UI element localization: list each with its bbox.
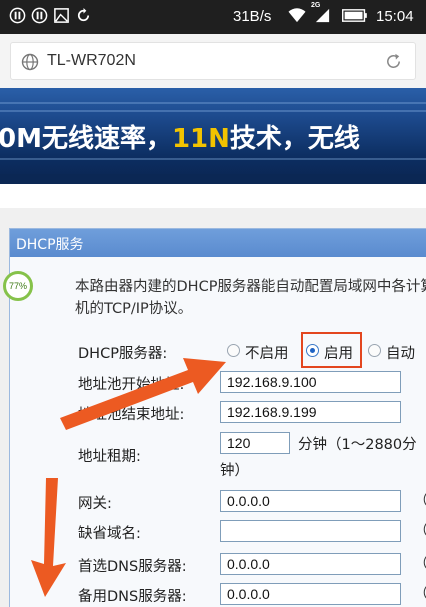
url-text: TL-WR702N	[47, 52, 136, 69]
intro-text: 本路由器内建的DHCP服务器能自动配置局域网中各计算机的TCP/IP协议。	[75, 279, 426, 317]
sync-icon	[77, 7, 90, 22]
dns2-hint: （	[414, 583, 426, 603]
dhcp-server-label: DHCP服务器:	[78, 346, 168, 362]
pool-end-input[interactable]: 192.168.9.199	[220, 401, 401, 423]
globe-icon	[21, 53, 39, 71]
pool-start-input[interactable]: 192.168.9.100	[220, 371, 401, 393]
status-bar: 31B/s 2G 15:04	[0, 0, 426, 34]
radio-disable-label: 不启用	[245, 346, 289, 362]
dns1-input[interactable]: 0.0.0.0	[220, 553, 401, 575]
pause-icon	[31, 7, 48, 24]
enable-highlight-box	[301, 332, 362, 368]
network-speed: 31B/s	[233, 8, 272, 25]
router-banner: 0M无线速率，11N技术，无线	[0, 88, 426, 184]
progress-badge: 77%	[3, 271, 33, 301]
dns1-label: 首选DNS服务器:	[78, 559, 187, 575]
pool-end-label: 地址池结束地址:	[78, 407, 185, 423]
address-bar[interactable]: TL-WR702N	[10, 42, 416, 80]
radio-disable[interactable]	[227, 344, 240, 357]
domain-hint: （	[414, 520, 426, 540]
wifi-icon	[288, 8, 306, 23]
domain-label: 缺省域名:	[78, 526, 141, 542]
panel-title: DHCP服务	[16, 237, 84, 253]
reload-icon[interactable]	[384, 52, 403, 71]
radio-auto[interactable]	[368, 344, 381, 357]
gateway-input[interactable]: 0.0.0.0	[220, 490, 401, 512]
domain-input[interactable]	[220, 520, 401, 542]
clock: 15:04	[376, 8, 414, 25]
browser-toolbar: TL-WR702N	[0, 34, 426, 88]
lease-unit-cont: 钟）	[220, 463, 249, 479]
dns2-input[interactable]: 0.0.0.0	[220, 583, 401, 605]
banner-slogan: 0M无线速率，11N技术，无线	[0, 124, 360, 154]
lease-input[interactable]: 120	[220, 432, 290, 454]
gateway-hint: （	[414, 490, 426, 510]
lease-unit: 分钟（1～2880分	[298, 437, 417, 453]
gateway-label: 网关:	[78, 496, 112, 512]
signal-icon	[315, 8, 330, 23]
radio-auto-label: 自动	[386, 346, 415, 362]
battery-icon	[342, 9, 367, 22]
image-icon	[54, 8, 69, 23]
lease-label: 地址租期:	[78, 449, 141, 465]
panel-header: DHCP服务	[10, 229, 426, 257]
dns2-label: 备用DNS服务器:	[78, 589, 187, 605]
dns1-hint: （	[414, 553, 426, 573]
pool-start-label: 地址池开始地址:	[78, 377, 185, 393]
notification-icon	[9, 7, 26, 24]
